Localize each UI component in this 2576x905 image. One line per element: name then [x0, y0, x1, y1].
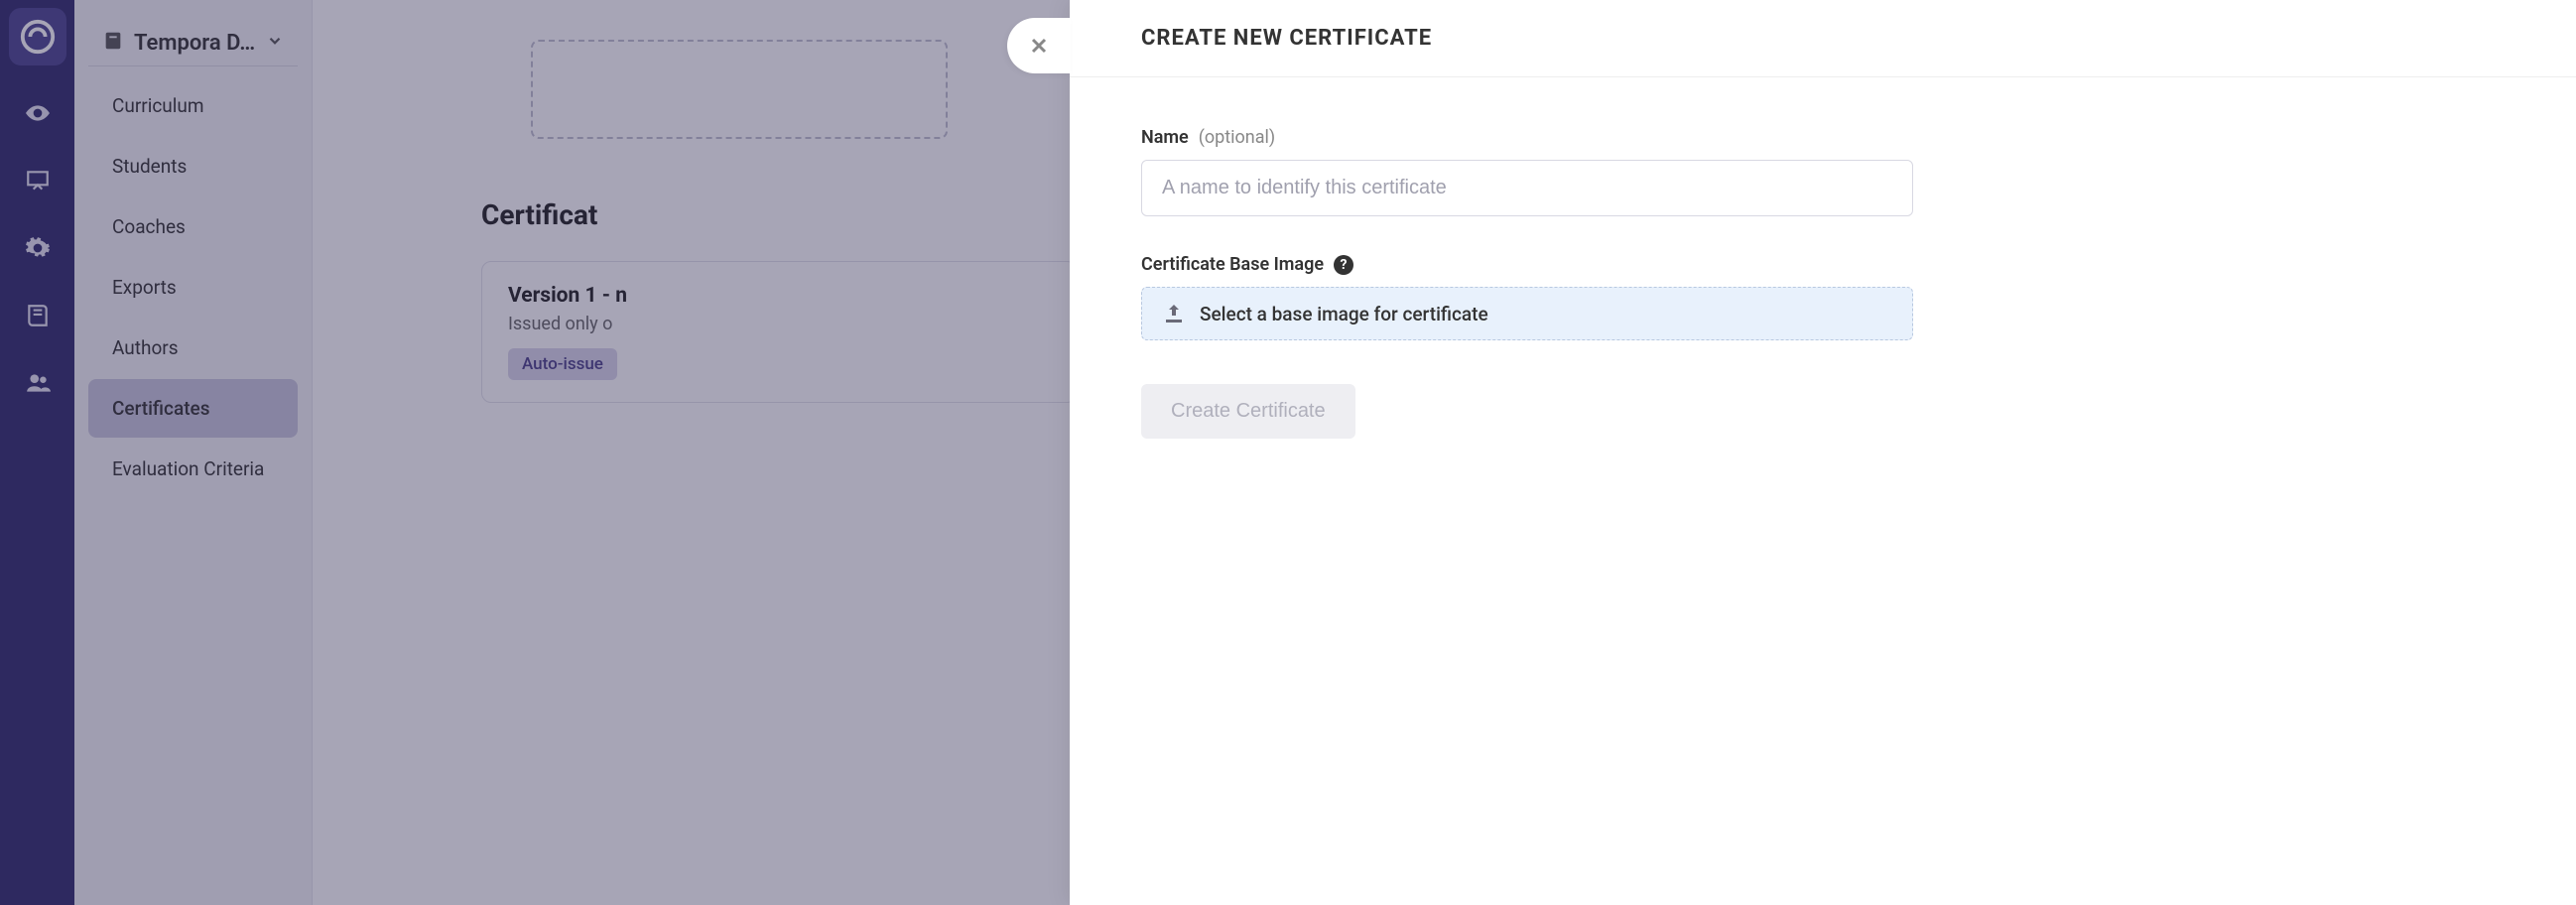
- upload-text: Select a base image for certificate: [1200, 303, 1488, 325]
- base-image-label: Certificate Base Image ?: [1141, 254, 2505, 275]
- name-label-text: Name: [1141, 127, 1189, 148]
- close-drawer-button[interactable]: [1007, 18, 1071, 73]
- certificate-name-input[interactable]: [1141, 160, 1913, 216]
- drawer-title: CREATE NEW CERTIFICATE: [1070, 0, 2576, 77]
- close-icon: [1027, 34, 1051, 58]
- drawer-assembly: CREATE NEW CERTIFICATE Name (optional) C…: [1007, 0, 2576, 905]
- select-base-image-button[interactable]: Select a base image for certificate: [1141, 287, 1913, 340]
- create-certificate-drawer: CREATE NEW CERTIFICATE Name (optional) C…: [1070, 0, 2576, 905]
- name-optional-text: (optional): [1199, 127, 1275, 148]
- base-image-label-text: Certificate Base Image: [1141, 254, 1324, 275]
- help-icon[interactable]: ?: [1334, 255, 1353, 275]
- create-certificate-button[interactable]: Create Certificate: [1141, 384, 1355, 439]
- upload-icon: [1162, 302, 1186, 325]
- name-label: Name (optional): [1141, 127, 2505, 148]
